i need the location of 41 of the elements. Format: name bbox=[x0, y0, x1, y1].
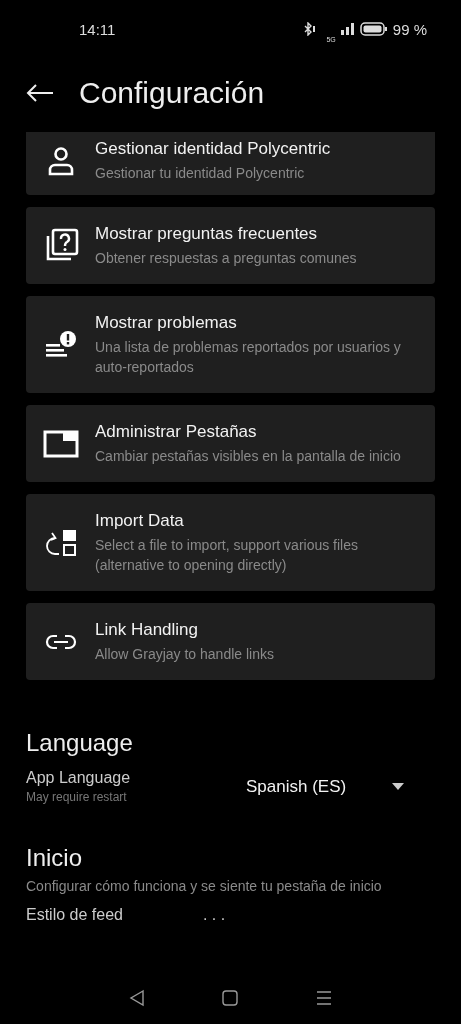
back-nav-icon[interactable] bbox=[127, 989, 146, 1007]
section-description: Configurar cómo funciona y se siente tu pestaña de inicio bbox=[26, 878, 383, 894]
card-subtitle: Select a file to import, support various files (alternative to opening directly) bbox=[95, 536, 359, 575]
card-title: Link Handling bbox=[95, 619, 199, 641]
settings-card[interactable]: Link Handling Allow Grayjay to handle links bbox=[26, 603, 435, 680]
setting-label: Estilo de feed bbox=[26, 906, 123, 924]
bluetooth-icon bbox=[303, 22, 316, 36]
page-title: Configuración bbox=[79, 76, 265, 110]
section-heading: Inicio bbox=[26, 844, 83, 872]
caret-icon bbox=[392, 782, 405, 791]
battery-icon bbox=[359, 22, 388, 36]
card-title: Mostrar preguntas frecuentes bbox=[95, 223, 319, 245]
signal-icon bbox=[340, 23, 355, 35]
card-subtitle: Obtener respuestas a preguntas comunes bbox=[95, 249, 358, 268]
battery-percent: 99 % bbox=[392, 20, 427, 38]
settings-card[interactable]: Administrar Pestañas Cambiar pestañas visibles en la pantalla de inicio bbox=[26, 405, 435, 482]
link-icon bbox=[43, 632, 78, 651]
card-title: Import Data bbox=[95, 510, 185, 532]
menu-nav-icon[interactable] bbox=[315, 989, 334, 1007]
setting-value[interactable]: . . . bbox=[202, 906, 226, 924]
settings-card[interactable]: Import Data Select a file to import, support various files (alternative to opening directly) bbox=[26, 494, 435, 591]
home-nav-icon[interactable] bbox=[221, 989, 240, 1007]
card-subtitle: Allow Grayjay to handle links bbox=[95, 645, 275, 664]
card-subtitle: Una lista de problemas reportados por usuarios y auto-reportados bbox=[95, 338, 402, 377]
status-time: 14:11 bbox=[79, 20, 116, 38]
card-title: Administrar Pestañas bbox=[95, 421, 258, 443]
setting-hint: May require restart bbox=[26, 790, 127, 804]
settings-card[interactable]: Mostrar problemas Una lista de problemas reportados por usuarios y auto-reportados bbox=[26, 296, 435, 393]
card-title: Gestionar identidad Polycentric bbox=[95, 138, 332, 160]
person-icon bbox=[46, 145, 75, 176]
back-arrow-icon[interactable] bbox=[26, 83, 54, 103]
section-heading: Language bbox=[26, 729, 133, 757]
settings-card[interactable]: Gestionar identidad Polycentric Gestionar tu identidad Polycentric bbox=[26, 132, 435, 195]
card-subtitle: Gestionar tu identidad Polycentric bbox=[95, 164, 306, 183]
tab-window-icon bbox=[42, 429, 79, 458]
language-dropdown[interactable]: Spanish (ES) bbox=[246, 776, 405, 797]
list-alert-icon bbox=[43, 329, 78, 360]
card-subtitle: Cambiar pestañas visibles en la pantalla de inicio bbox=[95, 447, 402, 466]
setting-label: App Language bbox=[26, 769, 131, 787]
card-title: Mostrar problemas bbox=[95, 312, 238, 334]
settings-card[interactable]: Mostrar preguntas frecuentes Obtener respuestas a preguntas comunes bbox=[26, 207, 435, 284]
